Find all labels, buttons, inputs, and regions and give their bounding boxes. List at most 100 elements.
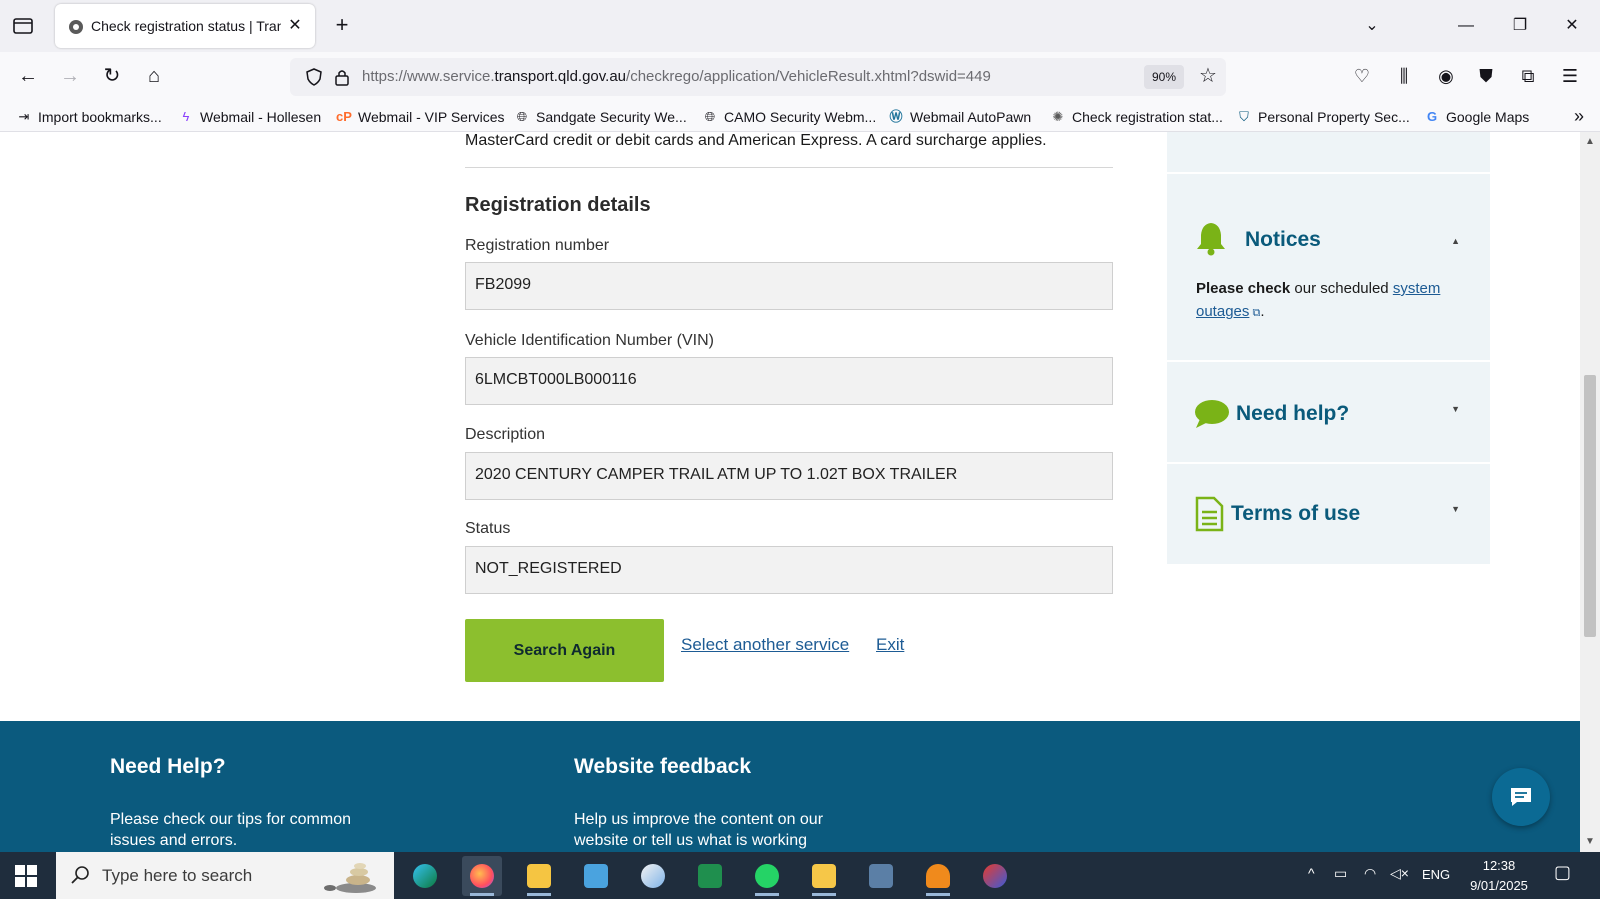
feedback-text: Help us improve the content on our websi…: [574, 811, 824, 849]
reload-icon[interactable]: ↻: [98, 62, 126, 90]
browser-tab-active[interactable]: Check registration status | Trans ✕: [55, 4, 315, 48]
close-tab-icon[interactable]: ✕: [285, 16, 305, 36]
cp-icon: cP: [336, 109, 352, 124]
bookmark-autopawn[interactable]: Ⓦ Webmail AutoPawn: [888, 107, 1031, 127]
url-domain: transport.qld.gov.au: [494, 68, 627, 85]
tracking-shield-icon[interactable]: [304, 67, 324, 87]
file-explorer-icon[interactable]: [519, 856, 559, 896]
edge-icon[interactable]: [405, 856, 445, 896]
search-icon: [71, 866, 89, 884]
notice-bold: Please check: [1196, 280, 1291, 297]
control-panel-icon[interactable]: [576, 856, 616, 896]
bookmark-ppsr[interactable]: ⛉ Personal Property Sec...: [1236, 107, 1410, 127]
bookmark-label: Import bookmarks...: [38, 109, 162, 125]
payment-info-text: MasterCard credit or debit cards and Ame…: [465, 132, 1047, 149]
chat-button[interactable]: [1492, 768, 1550, 826]
volume-muted-icon[interactable]: ◁×: [1390, 865, 1409, 882]
back-icon[interactable]: ←: [14, 62, 42, 90]
status-field: NOT_REGISTERED: [465, 546, 1113, 594]
url-path: /checkrego/application/VehicleResult.xht…: [626, 68, 991, 85]
globe-icon: 🌐︎: [516, 109, 528, 124]
expand-caret-icon[interactable]: ▼: [1451, 404, 1460, 414]
firefox-icon[interactable]: [462, 856, 502, 896]
clock-time: 12:38: [1482, 858, 1516, 873]
shield-check-icon: ⛉: [1239, 109, 1249, 124]
extensions-icon[interactable]: ⧉: [1514, 62, 1542, 90]
calculator-icon[interactable]: [861, 856, 901, 896]
scroll-down-icon[interactable]: ▼: [1584, 836, 1596, 848]
menu-icon[interactable]: ☰: [1556, 62, 1584, 90]
bookmark-label: Personal Property Sec...: [1258, 109, 1410, 125]
website-feedback-heading: Website feedback: [574, 755, 752, 778]
system-clock[interactable]: 12:38 9/01/2025: [1462, 856, 1536, 896]
language-indicator[interactable]: ENG: [1422, 867, 1450, 882]
snip-icon[interactable]: [975, 856, 1015, 896]
footer-help-text: Please check our tips for common issues …: [110, 811, 351, 849]
bookmark-label: CAMO Security Webm...: [724, 109, 877, 125]
description-label: Description: [465, 426, 546, 443]
divider: [465, 167, 1113, 168]
select-another-service-link[interactable]: Select another service: [681, 635, 849, 655]
footer-need-help-heading: Need Help?: [110, 755, 226, 778]
bookmark-webmail-hollesen[interactable]: ϟ Webmail - Hollesen: [178, 107, 322, 127]
minimize-icon[interactable]: —: [1452, 12, 1480, 40]
wordpress-icon: Ⓦ: [889, 109, 903, 124]
bookmark-google-maps[interactable]: G Google Maps: [1424, 107, 1529, 127]
home-icon[interactable]: ⌂: [140, 62, 168, 90]
vin-label: Vehicle Identification Number (VIN): [465, 332, 714, 349]
search-again-button[interactable]: Search Again: [465, 619, 664, 682]
sidebar-divider: [1167, 360, 1490, 362]
url-text[interactable]: https://www.service.transport.qld.gov.au…: [362, 68, 991, 85]
bookmark-camo[interactable]: 🌐︎ CAMO Security Webm...: [702, 107, 876, 127]
wifi-icon[interactable]: ◠: [1364, 865, 1376, 882]
notifications-icon[interactable]: ▢: [1554, 862, 1571, 883]
windows-start-icon[interactable]: [14, 864, 38, 888]
pocket-icon[interactable]: ♡: [1348, 62, 1376, 90]
lock-icon[interactable]: [332, 67, 352, 87]
account-icon[interactable]: ◉: [1432, 62, 1460, 90]
more-bookmarks-icon[interactable]: »: [1574, 106, 1584, 127]
bookmark-star-icon[interactable]: ☆: [1196, 64, 1220, 88]
tab-list-icon[interactable]: [12, 16, 34, 36]
whatsapp-icon[interactable]: [747, 856, 787, 896]
collapse-caret-icon[interactable]: ▲: [1451, 236, 1460, 246]
page-content: MasterCard credit or debit cards and Ame…: [0, 132, 1580, 852]
page-scrollbar[interactable]: ▲ ▼: [1580, 132, 1600, 852]
mail-icon[interactable]: [804, 856, 844, 896]
description-field: 2020 CENTURY CAMPER TRAIL ATM UP TO 1.02…: [465, 452, 1113, 500]
bookmark-sandgate[interactable]: 🌐︎ Sandgate Security We...: [514, 107, 687, 127]
bookmark-import[interactable]: ⇥ Import bookmarks...: [16, 107, 162, 127]
app-icon[interactable]: [918, 856, 958, 896]
battery-icon[interactable]: ▭: [1334, 865, 1347, 882]
speech-bubble-icon: [1195, 400, 1229, 428]
address-bar[interactable]: https://www.service.transport.qld.gov.au…: [290, 58, 1226, 96]
google-icon: G: [1426, 109, 1438, 124]
chat-icon: [1511, 788, 1531, 806]
need-help-heading: Need help?: [1236, 402, 1350, 425]
notice-end: .: [1260, 303, 1265, 320]
exit-link[interactable]: Exit: [876, 635, 904, 655]
extension-shield-icon[interactable]: ⛊: [1472, 62, 1500, 90]
close-window-icon[interactable]: ✕: [1558, 12, 1586, 40]
clock-date: 9/01/2025: [1470, 878, 1528, 893]
new-tab-icon[interactable]: +: [330, 14, 354, 38]
scroll-thumb[interactable]: [1584, 375, 1596, 637]
restore-icon[interactable]: ❐: [1506, 12, 1534, 40]
scroll-up-icon[interactable]: ▲: [1584, 136, 1596, 148]
list-all-tabs-icon[interactable]: ⌄: [1358, 12, 1386, 40]
notice-text: Please check our scheduled system outage…: [1196, 277, 1466, 325]
registration-number-label: Registration number: [465, 237, 610, 254]
bookmark-webmail-vip[interactable]: cP Webmail - VIP Services: [336, 107, 504, 127]
library-icon[interactable]: ⫼: [1390, 62, 1418, 90]
taskbar-search[interactable]: Type here to search: [56, 852, 394, 899]
forward-icon[interactable]: →: [56, 62, 84, 90]
show-hidden-icons-icon[interactable]: ^: [1308, 865, 1315, 881]
paint-icon[interactable]: [633, 856, 673, 896]
excel-icon[interactable]: [690, 856, 730, 896]
vin-field: 6LMCBT000LB000116: [465, 357, 1113, 405]
zoom-level[interactable]: 90%: [1144, 65, 1184, 89]
expand-caret-icon[interactable]: ▼: [1451, 504, 1460, 514]
bookmark-check-registration[interactable]: ✺ Check registration stat...: [1050, 107, 1223, 127]
sidebar-divider: [1167, 172, 1490, 174]
sidebar: Notices ▲ Please check our scheduled sys…: [1167, 132, 1490, 564]
